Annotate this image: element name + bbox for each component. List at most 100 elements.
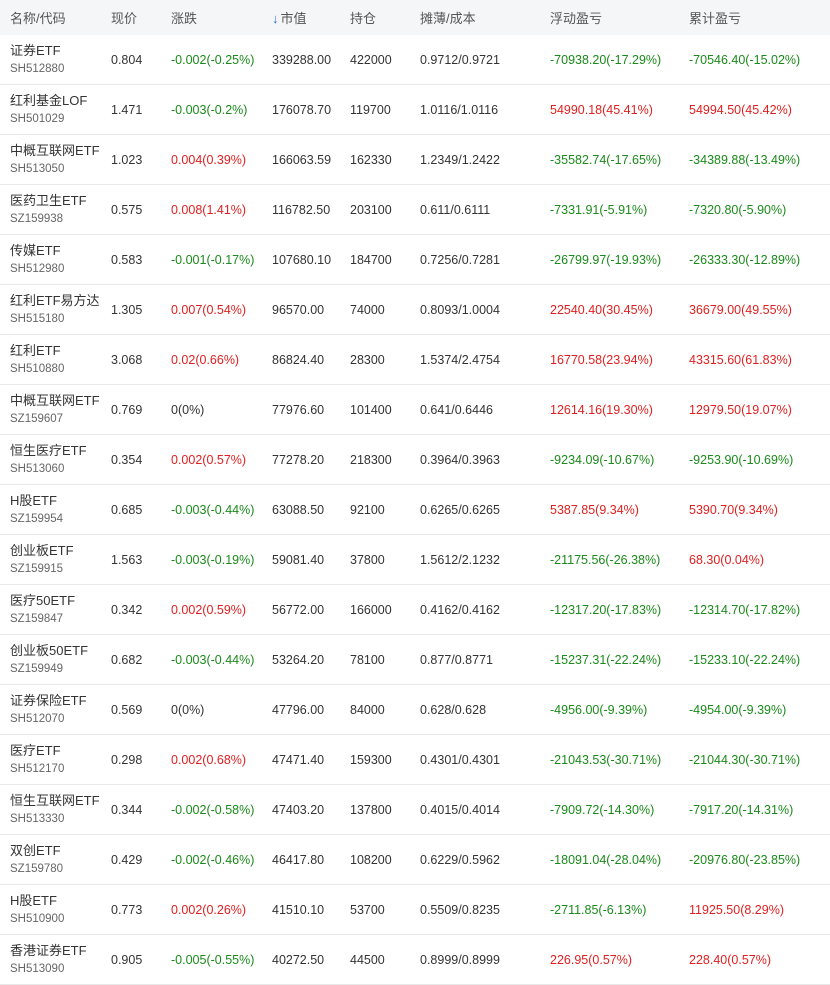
diluted-cost: 0.4301/0.4301 [420,752,500,767]
diluted-cost: 0.6229/0.5962 [420,852,500,867]
col-header-cumulative-pl[interactable]: 累计盈亏 [689,8,830,27]
table-row[interactable]: 证券保险ETF SH512070 0.569 0(0%) 47796.00 84000 0.… [0,685,830,735]
holding-name-cell: 红利ETF易方达 SH515180 [0,292,111,327]
current-price: 0.429 [111,852,143,867]
price-change: -0.002(-0.25%) [171,52,255,67]
table-row[interactable]: 证券ETF SH512880 0.804 -0.002(-0.25%) 339288.0… [0,35,830,85]
diluted-cost: 0.8093/1.0004 [420,302,500,317]
table-row[interactable]: 传媒ETF SH512980 0.583 -0.001(-0.17%) 107680.1… [0,235,830,285]
holding-name-cell: 双创ETF SZ159780 [0,842,111,877]
cumulative-pl: 228.40(0.57%) [689,952,772,967]
holding-code: SH512070 [10,713,65,725]
holding-name-cell: 红利ETF SH510880 [0,342,111,377]
table-row[interactable]: H股ETF SH510900 0.773 0.002(0.26%) 41510.10 53… [0,885,830,935]
floating-pl: -12317.20(-17.83%) [550,602,662,617]
holding-name: 红利基金LOF [10,93,88,108]
current-price: 1.563 [111,552,143,567]
table-row[interactable]: 医疗50ETF SZ159847 0.342 0.002(0.59%) 56772.00… [0,585,830,635]
holding-code: SH513050 [10,163,65,175]
table-row[interactable]: 中概互联网ETF SZ159607 0.769 0(0%) 77976.60 101400… [0,385,830,435]
holding-name-cell: 中概互联网ETF SZ159607 [0,392,111,427]
current-price: 1.471 [111,102,143,117]
table-row[interactable]: 红利基金LOF SH501029 1.471 -0.003(-0.2%) 176078.… [0,85,830,135]
col-header-price[interactable]: 现价 [111,8,171,27]
current-price: 0.682 [111,652,143,667]
holding-name: 医疗50ETF [10,593,76,608]
table-row[interactable]: 恒生互联网ETF SH513330 0.344 -0.002(-0.58%) 47403… [0,785,830,835]
holding-name: 证券ETF [10,43,61,58]
current-price: 0.804 [111,52,143,67]
holding-name-cell: H股ETF SH510900 [0,892,111,927]
cumulative-pl: 68.30(0.04%) [689,552,765,567]
market-value: 56772.00 [272,602,325,617]
col-header-market-value[interactable]: ↓ 市值 [272,8,350,27]
col-header-change[interactable]: 涨跌 [171,8,272,27]
table-row[interactable]: 医疗ETF SH512170 0.298 0.002(0.68%) 47471.40 15… [0,735,830,785]
table-row[interactable]: H股ETF SZ159954 0.685 -0.003(-0.44%) 63088.50… [0,485,830,535]
table-row[interactable]: 创业板ETF SZ159915 1.563 -0.003(-0.19%) 59081.4… [0,535,830,585]
price-change: -0.005(-0.55%) [171,952,255,967]
current-price: 0.583 [111,252,143,267]
table-row[interactable]: 香港证券ETF SH513090 0.905 -0.005(-0.55%) 40272.… [0,935,830,985]
table-row[interactable]: 中概互联网ETF SH513050 1.023 0.004(0.39%) 166063.… [0,135,830,185]
col-header-position[interactable]: 持仓 [350,8,420,27]
col-header-name-code[interactable]: 名称/代码 [0,8,111,27]
holding-name-cell: H股ETF SZ159954 [0,492,111,527]
table-row[interactable]: 红利ETF SH510880 3.068 0.02(0.66%) 86824.40 283… [0,335,830,385]
holding-code: SZ159607 [10,413,64,425]
cumulative-pl: 43315.60(61.83%) [689,352,792,367]
holding-code: SZ159949 [10,663,64,675]
floating-pl: -70938.20(-17.29%) [550,52,662,67]
cumulative-pl: -12314.70(-17.82%) [689,602,801,617]
position-quantity: 92100 [350,502,385,517]
floating-pl: 5387.85(9.34%) [550,502,639,517]
cumulative-pl: -26333.30(-12.89%) [689,252,801,267]
col-header-cost[interactable]: 摊薄/成本 [420,8,550,27]
holding-name: 恒生医疗ETF [10,443,87,458]
position-quantity: 166000 [350,602,392,617]
col-header-floating-pl[interactable]: 浮动盈亏 [550,8,689,27]
floating-pl: 16770.58(23.94%) [550,352,653,367]
current-price: 0.575 [111,202,143,217]
cumulative-pl: -21044.30(-30.71%) [689,752,801,767]
position-quantity: 78100 [350,652,385,667]
holding-code: SH510880 [10,363,65,375]
table-header: 名称/代码 现价 涨跌 ↓ 市值 持仓 摊薄/成本 浮动盈亏 累计盈亏 [0,0,830,35]
market-value: 166063.59 [272,152,332,167]
cumulative-pl: -15233.10(-22.24%) [689,652,801,667]
table-row[interactable]: 创业板50ETF SZ159949 0.682 -0.003(-0.44%) 53264… [0,635,830,685]
holding-code: SZ159954 [10,513,64,525]
holding-name-cell: 证券ETF SH512880 [0,42,111,77]
table-row[interactable]: 恒生医疗ETF SH513060 0.354 0.002(0.57%) 77278.20… [0,435,830,485]
market-value: 47403.20 [272,802,325,817]
position-quantity: 28300 [350,352,385,367]
current-price: 1.305 [111,302,143,317]
floating-pl: -21043.53(-30.71%) [550,752,662,767]
position-quantity: 101400 [350,402,392,417]
table-row[interactable]: 红利ETF易方达 SH515180 1.305 0.007(0.54%) 96570.0… [0,285,830,335]
sort-down-icon: ↓ [272,11,279,26]
holding-code: SZ159847 [10,613,64,625]
diluted-cost: 1.2349/1.2422 [420,152,500,167]
holding-name-cell: 传媒ETF SH512980 [0,242,111,277]
market-value: 40272.50 [272,952,325,967]
position-quantity: 108200 [350,852,392,867]
position-quantity: 422000 [350,52,392,67]
holdings-table: 名称/代码 现价 涨跌 ↓ 市值 持仓 摊薄/成本 浮动盈亏 累计盈亏 证券ETF… [0,0,830,985]
market-value: 63088.50 [272,502,325,517]
floating-pl: -9234.09(-10.67%) [550,452,655,467]
market-value: 59081.40 [272,552,325,567]
cumulative-pl: 36679.00(49.55%) [689,302,792,317]
holding-name: 中概互联网ETF [10,393,100,408]
price-change: 0.002(0.59%) [171,602,247,617]
table-row[interactable]: 医药卫生ETF SZ159938 0.575 0.008(1.41%) 116782.5… [0,185,830,235]
holding-name: H股ETF [10,893,57,908]
holding-name: H股ETF [10,493,57,508]
cumulative-pl: -34389.88(-13.49%) [689,152,801,167]
table-row[interactable]: 双创ETF SZ159780 0.429 -0.002(-0.46%) 46417.80… [0,835,830,885]
market-value: 47796.00 [272,702,325,717]
current-price: 1.023 [111,152,143,167]
cumulative-pl: 11925.50(8.29%) [689,902,784,917]
market-value: 77278.20 [272,452,325,467]
holding-name-cell: 香港证券ETF SH513090 [0,942,111,977]
